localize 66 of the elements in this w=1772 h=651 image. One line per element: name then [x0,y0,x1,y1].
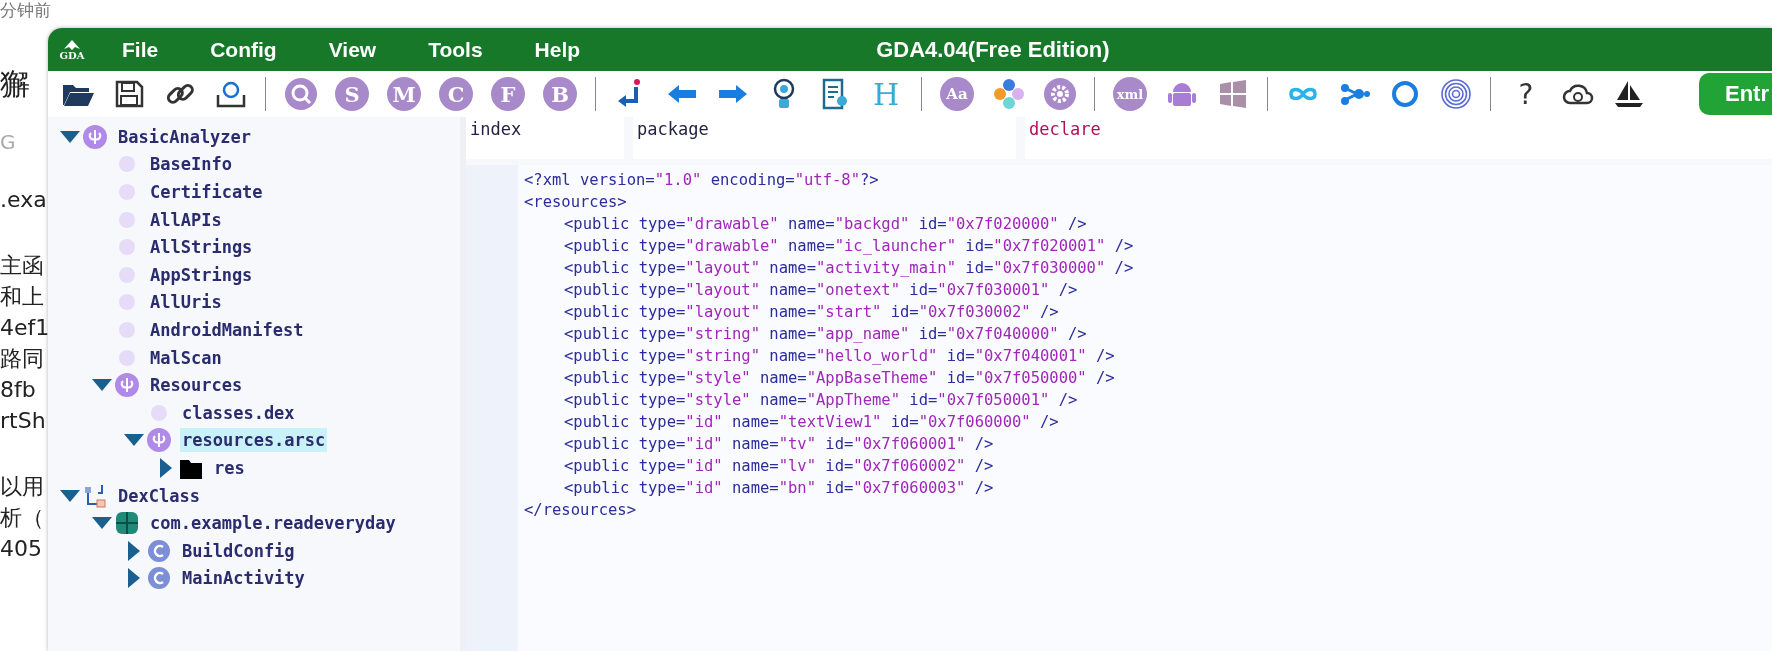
tree-item[interactable]: BasicAnalyzer [116,124,254,149]
class-icon [146,537,172,564]
article-text: 路同 [0,345,44,373]
tree-icon [82,482,108,509]
search-icon [283,77,318,111]
tree-item[interactable]: DexClass [116,483,202,508]
tree-item[interactable]: BaseInfo [148,152,234,177]
article-text: 主函 [0,252,44,280]
menu-item[interactable]: File [96,37,185,62]
code-line: <public type="string" name="hello_world" id="0x7f040001" /> [563,346,1116,367]
tree-item[interactable]: AllUris [148,290,224,315]
tree-item[interactable]: MalScan [148,345,224,370]
settings-icon [1042,77,1077,111]
module-icon [114,372,140,399]
code-line: </resources> [523,500,637,521]
article-text: 8fb [0,376,36,404]
column-header: package [633,117,1016,159]
article-text: rtSh [0,407,46,435]
article-text: 405 [0,535,42,563]
tree-item[interactable]: Resources [148,373,245,398]
toolbar-button[interactable]: ? [1504,77,1548,111]
tree-item[interactable]: AllAPIs [148,207,224,232]
menu-item[interactable]: View [302,37,403,62]
tree-item[interactable]: BuildConfig [180,538,297,563]
package-icon [114,510,140,537]
article-text: 以用 [0,473,44,501]
article-text: 4ef1 [0,314,50,342]
code-line: <public type="layout" name="onetext" id="0x7f030001" /> [563,280,1079,301]
tree-item[interactable]: res [212,455,247,480]
code-line: <public type="id" name="tv" id="0x7f060001" /> [563,434,995,455]
column-header: declare [1025,117,1772,159]
menu-item[interactable]: Config [184,37,303,62]
article-text: .exa [0,186,47,214]
code-line: <resources> [523,192,628,213]
tree-item[interactable]: classes.dex [180,400,297,425]
tree-item[interactable]: resources.arsc [180,428,328,453]
menu-item[interactable]: Help [508,37,607,62]
code-line: <public type="id" name="textView1" id="0x7f060000" /> [563,412,1060,433]
code-line: <public type="style" name="AppTheme" id="0x7f050001" /> [563,390,1079,411]
code-line: <?xml version="1.0" encoding="utf-8"?> [523,170,880,191]
code-line: <public type="layout" name="start" id="0x7f030002" /> [563,302,1060,323]
code-line: <public type="drawable" name="ic_launcher" id="0x7f020001" /> [563,236,1135,257]
tree-item[interactable]: AllStrings [148,235,255,260]
window-title: GDA4.04(Free Edition) [876,36,1110,63]
code-line: <public type="drawable" name="backgd" id="0x7f020000" /> [563,214,1088,235]
tree-item[interactable]: com.example.readeveryday [148,511,398,536]
tree-item[interactable]: Certificate [148,180,265,204]
code-line: <public type="style" name="AppBaseTheme" id="0x7f050000" /> [563,368,1116,389]
module-icon [82,123,108,150]
code-line: <public type="id" name="bn" id="0x7f060003" /> [563,478,995,499]
class-icon [146,565,172,592]
article-text: 和上 [0,283,44,311]
code-line: <public type="id" name="lv" id="0x7f060002" /> [563,456,995,477]
timestamp: 分钟前 [0,0,51,20]
code-line: <public type="layout" name="activity_main" id="0x7f030000" /> [563,258,1135,279]
module-icon [146,427,172,454]
column-header: index [466,117,624,159]
article-text: 析（ [0,504,44,532]
heading-text: 獬 [0,66,30,102]
hint-text: G [0,130,16,154]
tree-item[interactable]: AndroidManifest [148,317,306,342]
code-line: <public type="string" name="app_name" id="0x7f040000" /> [563,324,1088,345]
tree-item[interactable]: MainActivity [180,566,307,591]
menu-item[interactable]: Tools [402,37,509,62]
app-logo: GDA [48,38,96,61]
tree-item[interactable]: AppStrings [148,262,255,287]
